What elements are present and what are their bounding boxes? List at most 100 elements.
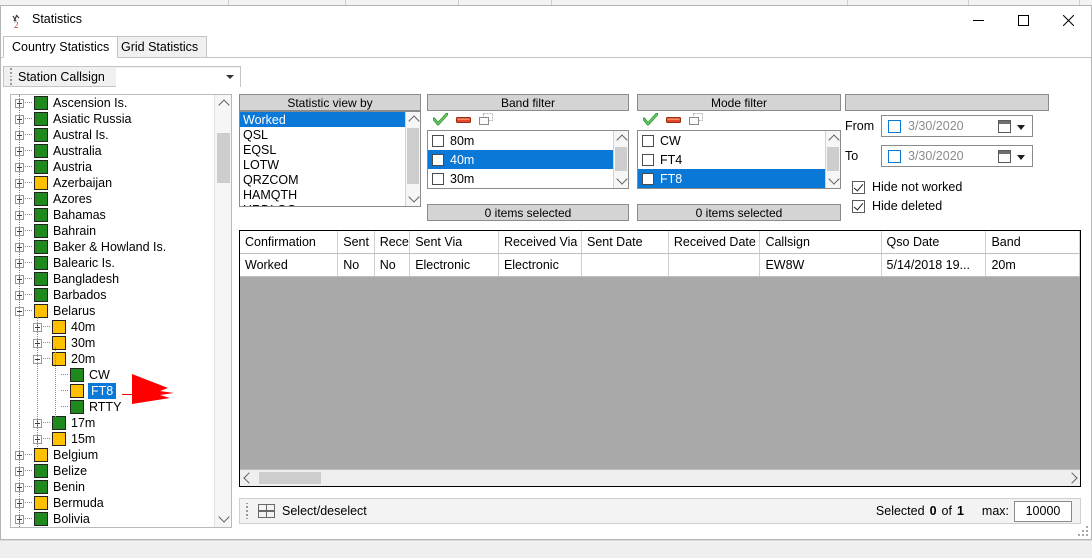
band-filter-item[interactable]: 40m: [428, 150, 613, 169]
hide-deleted-row[interactable]: Hide deleted: [852, 199, 942, 213]
tree-node[interactable]: Belize: [11, 463, 215, 479]
scroll-down-icon[interactable]: [406, 191, 420, 206]
minimize-button[interactable]: [956, 6, 1001, 35]
date-from-checkbox[interactable]: [888, 119, 901, 133]
tree-node[interactable]: Ascension Is.: [11, 95, 215, 111]
scroll-right-icon[interactable]: [1063, 470, 1080, 486]
invert-selection-icon[interactable]: [689, 112, 704, 129]
tree-node[interactable]: Asiatic Russia: [11, 111, 215, 127]
checkbox[interactable]: [642, 134, 654, 147]
grid-column-header[interactable]: Sent Date: [581, 231, 669, 253]
scrollbar-thumb[interactable]: [259, 472, 321, 484]
station-callsign-combo[interactable]: [116, 68, 240, 87]
tree-node[interactable]: Bermuda: [11, 495, 215, 511]
qso-grid[interactable]: Confirmation Sent Rece Sent Via Received Via…: [239, 230, 1081, 487]
tree-node[interactable]: Benin: [11, 479, 215, 495]
scroll-up-icon[interactable]: [215, 95, 231, 112]
tree-node[interactable]: Balearic Is.: [11, 255, 215, 271]
check-all-icon[interactable]: [642, 112, 659, 129]
scroll-up-icon[interactable]: [614, 131, 628, 146]
band-filter-scrollbar[interactable]: [613, 131, 628, 188]
statistic-view-item[interactable]: QSL: [240, 127, 405, 142]
scrollbar-thumb[interactable]: [615, 147, 627, 171]
tree-node[interactable]: Azores: [11, 191, 215, 207]
grid-column-header[interactable]: Rece: [374, 231, 411, 253]
hide-deleted-checkbox[interactable]: [852, 199, 865, 213]
statistic-view-item[interactable]: EQSL: [240, 142, 405, 157]
grid-column-header[interactable]: Callsign: [760, 231, 882, 253]
tab-grid-statistics[interactable]: Grid Statistics: [112, 36, 208, 58]
tree-node[interactable]: Austral Is.: [11, 127, 215, 143]
tree-node[interactable]: CW: [11, 367, 215, 383]
tree-node[interactable]: Belarus: [11, 303, 215, 319]
statistic-view-item[interactable]: QRZCOM: [240, 172, 405, 187]
band-filter-item[interactable]: 80m: [428, 131, 613, 150]
qso-grid-horizontal-scrollbar[interactable]: [240, 469, 1080, 486]
grid-column-header[interactable]: Qso Date: [881, 231, 987, 253]
close-button[interactable]: [1046, 6, 1091, 35]
tree-node[interactable]: 40m: [11, 319, 215, 335]
scrollbar-thumb[interactable]: [407, 128, 419, 184]
band-filter-listbox[interactable]: 80m 40m 30m: [427, 130, 629, 189]
calendar-icon[interactable]: [998, 150, 1011, 163]
date-to-checkbox[interactable]: [888, 149, 901, 163]
checkbox[interactable]: [642, 172, 654, 185]
tree-vertical-scrollbar[interactable]: [214, 95, 231, 527]
hide-not-worked-checkbox[interactable]: [852, 180, 865, 194]
grid-column-header[interactable]: Sent: [338, 231, 375, 253]
tree-node[interactable]: Bahamas: [11, 207, 215, 223]
tree-node[interactable]: 30m: [11, 335, 215, 351]
statistic-view-listbox[interactable]: WorkedQSLEQSLLOTWQRZCOMHAMQTHHRDLOG: [239, 111, 421, 207]
checkbox[interactable]: [432, 134, 444, 147]
grid-column-header[interactable]: Received Via: [498, 231, 582, 253]
scroll-down-icon[interactable]: [215, 510, 231, 527]
statistic-view-scrollbar[interactable]: [405, 112, 420, 206]
invert-selection-icon[interactable]: [479, 112, 494, 129]
tree-node[interactable]: Baker & Howland Is.: [11, 239, 215, 255]
drag-grip-icon[interactable]: [242, 502, 251, 520]
calendar-icon[interactable]: [998, 120, 1011, 133]
grid-column-header[interactable]: Band: [986, 231, 1080, 253]
maximize-button[interactable]: [1001, 6, 1046, 35]
tree-node[interactable]: Australia: [11, 143, 215, 159]
scrollbar-thumb[interactable]: [827, 147, 839, 171]
mode-filter-item[interactable]: FT8: [638, 169, 825, 188]
band-filter-item[interactable]: 30m: [428, 169, 613, 188]
scroll-down-icon[interactable]: [614, 173, 628, 188]
uncheck-all-icon[interactable]: [666, 113, 681, 129]
grid-row[interactable]: Worked No No Electronic Electronic EW8W 5/14/2…: [240, 254, 1080, 277]
date-to-picker[interactable]: 3/30/2020: [881, 145, 1033, 167]
tree-node[interactable]: Bangladesh: [11, 271, 215, 287]
tree-node[interactable]: Bahrain: [11, 223, 215, 239]
checkbox[interactable]: [642, 153, 654, 166]
scroll-down-icon[interactable]: [826, 173, 840, 188]
statistic-view-item[interactable]: HRDLOG: [240, 202, 405, 207]
mode-filter-item[interactable]: CW: [638, 131, 825, 150]
scroll-left-icon[interactable]: [240, 470, 257, 486]
tree-node[interactable]: 17m: [11, 415, 215, 431]
statistic-view-item[interactable]: HAMQTH: [240, 187, 405, 202]
tree-node[interactable]: Belgium: [11, 447, 215, 463]
resize-grip-icon[interactable]: [1076, 524, 1088, 536]
grid-column-header[interactable]: Sent Via: [410, 231, 499, 253]
uncheck-all-icon[interactable]: [456, 113, 471, 129]
tree-node[interactable]: Austria: [11, 159, 215, 175]
grid-column-header[interactable]: Received Date: [668, 231, 761, 253]
grid-column-header[interactable]: Confirmation: [240, 231, 339, 253]
date-from-picker[interactable]: 3/30/2020: [881, 115, 1033, 137]
max-rows-input[interactable]: 10000: [1014, 500, 1072, 522]
tree-node[interactable]: FT8: [11, 383, 215, 399]
mode-filter-item[interactable]: FT4: [638, 150, 825, 169]
drag-grip-icon[interactable]: [6, 68, 15, 85]
scroll-up-icon[interactable]: [826, 131, 840, 146]
checkbox[interactable]: [432, 172, 444, 185]
chevron-down-icon[interactable]: [1017, 125, 1025, 130]
mode-filter-scrollbar[interactable]: [825, 131, 840, 188]
select-deselect-button[interactable]: Select/deselect: [258, 504, 367, 518]
checkbox[interactable]: [432, 153, 444, 166]
statistic-view-item[interactable]: Worked: [240, 112, 405, 127]
tree-node[interactable]: 15m: [11, 431, 215, 447]
tree-node[interactable]: 20m: [11, 351, 215, 367]
tab-country-statistics[interactable]: Country Statistics: [3, 36, 119, 58]
check-all-icon[interactable]: [432, 112, 449, 129]
